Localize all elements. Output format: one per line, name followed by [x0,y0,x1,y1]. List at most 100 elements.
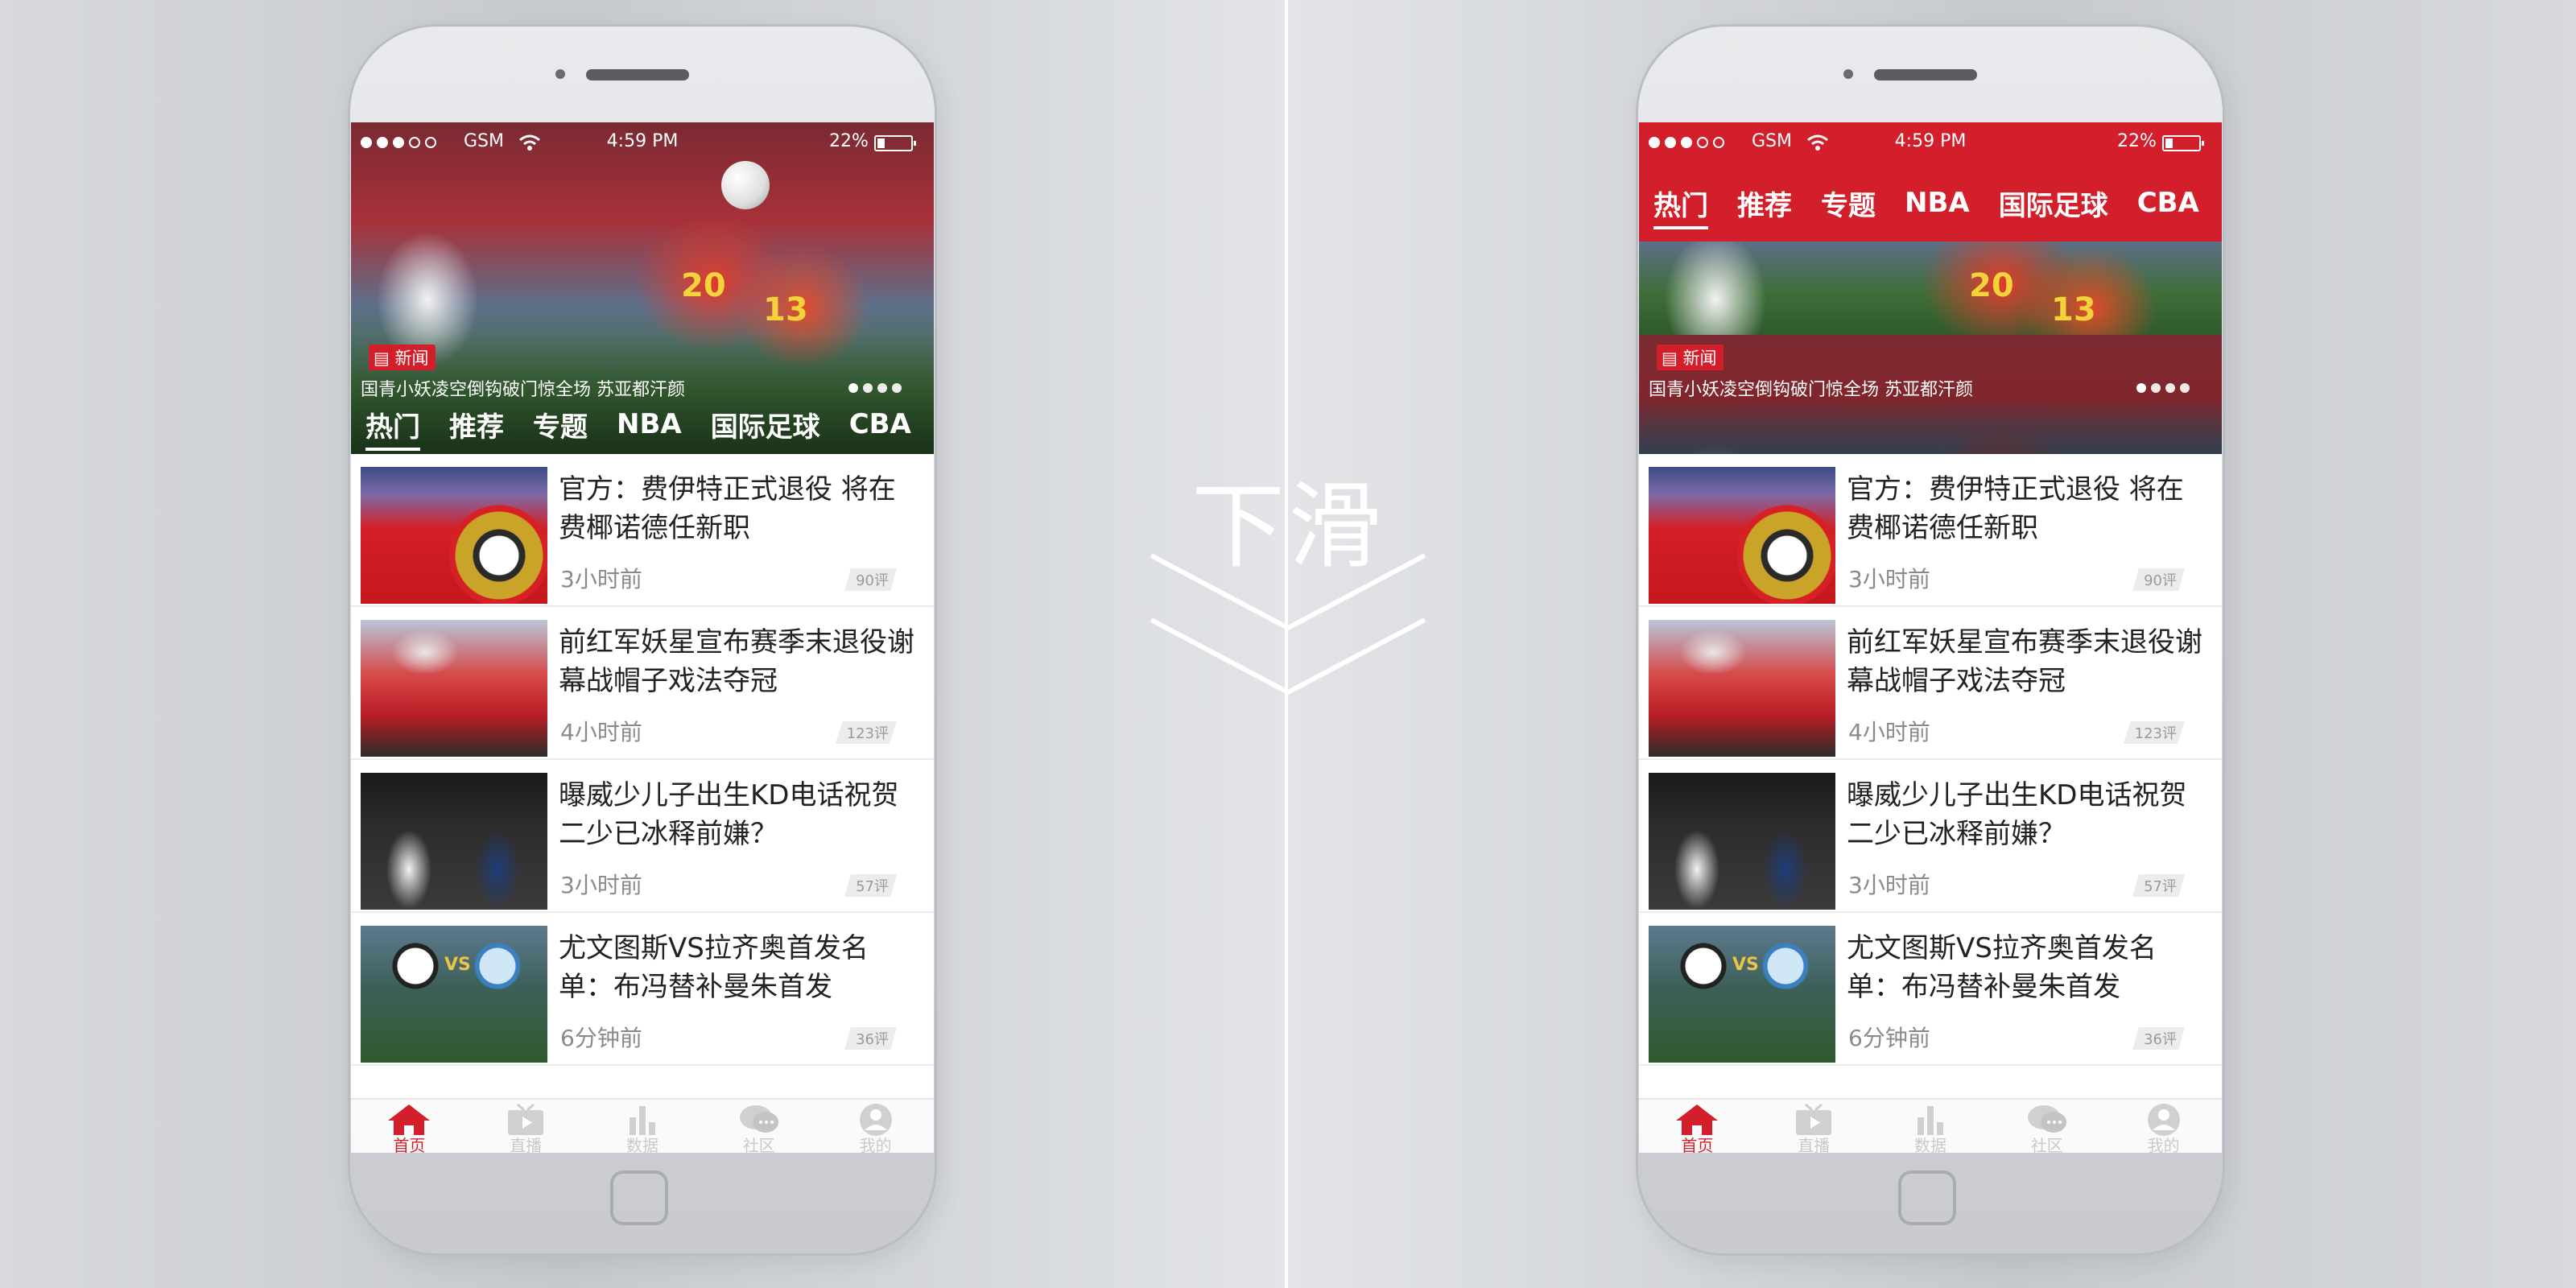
news-thumbnail: VS [361,926,547,1063]
nav-label: 数据 [1913,1136,1946,1153]
comment-count-badge: 57评 [844,874,897,897]
front-camera [555,69,565,79]
nav-item-bar-chart[interactable]: 数据 [584,1100,701,1153]
comment-count-badge: 123评 [2123,721,2185,744]
news-item[interactable]: 曝威少儿子出生KD电话祝贺二少已冰释前嫌？ 3小时前 57评 [351,760,934,913]
battery-percent: 22% [829,131,869,151]
tab-3[interactable]: NBA [617,408,682,440]
jersey-number: 20 [1969,267,2014,304]
news-thumbnail [361,773,547,910]
carousel-dot[interactable] [863,383,873,393]
news-title[interactable]: 尤文图斯VS拉齐奥首发名单：布冯替补曼朱首发 [1847,929,2209,1006]
carousel-dot[interactable] [848,383,858,393]
nav-item-user[interactable]: 我的 [2105,1100,2222,1153]
nav-label: 社区 [2030,1136,2063,1153]
tab-2[interactable]: 专题 [1821,184,1876,223]
news-thumbnail [1649,467,1835,604]
carousel-dot[interactable] [2165,383,2175,393]
news-time: 3小时前 [1848,872,1930,898]
tab-3[interactable]: NBA [1905,187,1970,219]
thumbnail-vs-text: VS [1732,955,1759,975]
nav-item-user[interactable]: 我的 [817,1100,934,1153]
nav-item-tv[interactable]: 直播 [1756,1100,1872,1153]
news-item[interactable]: 官方：费伊特正式退役 将在费椰诺德任新职 3小时前 90评 [351,454,934,607]
nav-item-chat[interactable]: 社区 [700,1100,817,1153]
earpiece-speaker [586,69,689,80]
tab-4[interactable]: 国际足球 [711,405,820,444]
phone-before: 20 13 ▤ 新闻 国青小妖凌空倒钩破门惊全场 苏亚都汗颜 GSM 4:59 … [348,24,937,1256]
news-title[interactable]: 尤文图斯VS拉齐奥首发名单：布冯替补曼朱首发 [559,929,921,1006]
tab-5[interactable]: CBA [2137,187,2199,219]
news-thumbnail [361,620,547,757]
hero-caption[interactable]: 国青小妖凌空倒钩破门惊全场 苏亚都汗颜 [1649,375,1973,401]
battery-percent: 22% [2117,131,2157,151]
tab-4[interactable]: 国际足球 [1999,184,2108,223]
home-icon [1674,1103,1719,1137]
news-tag-icon: ▤ [1662,349,1678,368]
news-item[interactable]: 前红军妖星宣布赛季末退役谢幕战帽子戏法夺冠 4小时前 123评 [351,607,934,760]
tab-2[interactable]: 专题 [533,405,588,444]
nav-label: 直播 [1798,1136,1831,1153]
home-button[interactable] [610,1170,668,1225]
chat-icon [737,1103,782,1137]
nav-label: 首页 [1681,1136,1714,1153]
hero-tag-label: 新闻 [394,349,429,368]
jersey-number: 13 [763,291,808,328]
carousel-dot[interactable] [2151,383,2161,393]
carousel-dots[interactable] [848,383,902,393]
home-button[interactable] [1898,1170,1956,1225]
chat-icon [2025,1103,2070,1137]
news-thumbnail: VS [1649,926,1835,1063]
tv-icon [503,1103,548,1137]
news-title[interactable]: 官方：费伊特正式退役 将在费椰诺德任新职 [1847,470,2209,547]
news-time: 4小时前 [1848,719,1930,745]
hero-banner[interactable]: 20 13 ▤ 新闻 国青小妖凌空倒钩破门惊全场 苏亚都汗颜 [1639,242,2222,454]
nav-label: 我的 [859,1136,892,1153]
nav-item-chat[interactable]: 社区 [1988,1100,2105,1153]
category-tabs: 热门 推荐 专题 NBA 国际足球 CBA [1639,164,2222,242]
carousel-dot[interactable] [877,383,887,393]
news-time: 4小时前 [560,719,642,745]
news-title[interactable]: 曝威少儿子出生KD电话祝贺二少已冰释前嫌？ [559,776,921,853]
earpiece-speaker [1874,69,1977,80]
news-list: 官方：费伊特正式退役 将在费椰诺德任新职 3小时前 90评 前红军妖星宣布赛季末退役谢… [351,454,934,1066]
nav-item-bar-chart[interactable]: 数据 [1872,1100,1989,1153]
tab-0[interactable]: 热门 [1653,184,1708,229]
carousel-dots[interactable] [2136,383,2190,393]
news-title[interactable]: 官方：费伊特正式退役 将在费椰诺德任新职 [559,470,921,547]
tab-1[interactable]: 推荐 [1737,184,1792,223]
user-icon [853,1103,898,1137]
home-icon [386,1103,431,1137]
news-time: 6分钟前 [560,1025,642,1051]
nav-label: 首页 [393,1136,426,1153]
status-bar: GSM 4:59 PM 22% [1639,122,2222,164]
news-item[interactable]: 前红军妖星宣布赛季末退役谢幕战帽子戏法夺冠 4小时前 123评 [1639,607,2222,760]
comment-count-badge: 90评 [2132,568,2185,591]
news-item[interactable]: VS 尤文图斯VS拉齐奥首发名单：布冯替补曼朱首发 6分钟前 36评 [351,913,934,1066]
news-title[interactable]: 曝威少儿子出生KD电话祝贺二少已冰释前嫌？ [1847,776,2209,853]
news-item[interactable]: 官方：费伊特正式退役 将在费椰诺德任新职 3小时前 90评 [1639,454,2222,607]
jersey-number: 13 [2051,291,2096,328]
comment-count-badge: 36评 [844,1027,897,1050]
news-thumbnail [361,467,547,604]
tab-1[interactable]: 推荐 [449,405,504,444]
news-title[interactable]: 前红军妖星宣布赛季末退役谢幕战帽子戏法夺冠 [1847,623,2209,700]
tab-5[interactable]: CBA [849,408,911,440]
news-time: 3小时前 [560,872,642,898]
carousel-dot[interactable] [892,383,902,393]
nav-item-home[interactable]: 首页 [1639,1100,1756,1153]
comment-count-badge: 123评 [835,721,897,744]
nav-item-home[interactable]: 首页 [351,1100,468,1153]
nav-item-tv[interactable]: 直播 [468,1100,584,1153]
carousel-dot[interactable] [2180,383,2190,393]
hero-tag-label: 新闻 [1682,349,1717,368]
bottom-nav: 首页 直播 数据 社区 我的 [1639,1098,2222,1153]
news-item[interactable]: VS 尤文图斯VS拉齐奥首发名单：布冯替补曼朱首发 6分钟前 36评 [1639,913,2222,1066]
battery-level [877,138,885,148]
news-tag-icon: ▤ [374,349,390,368]
news-title[interactable]: 前红军妖星宣布赛季末退役谢幕战帽子戏法夺冠 [559,623,921,700]
carousel-dot[interactable] [2136,383,2146,393]
news-time: 3小时前 [1848,566,1930,592]
news-item[interactable]: 曝威少儿子出生KD电话祝贺二少已冰释前嫌？ 3小时前 57评 [1639,760,2222,913]
tab-0[interactable]: 热门 [365,405,420,451]
